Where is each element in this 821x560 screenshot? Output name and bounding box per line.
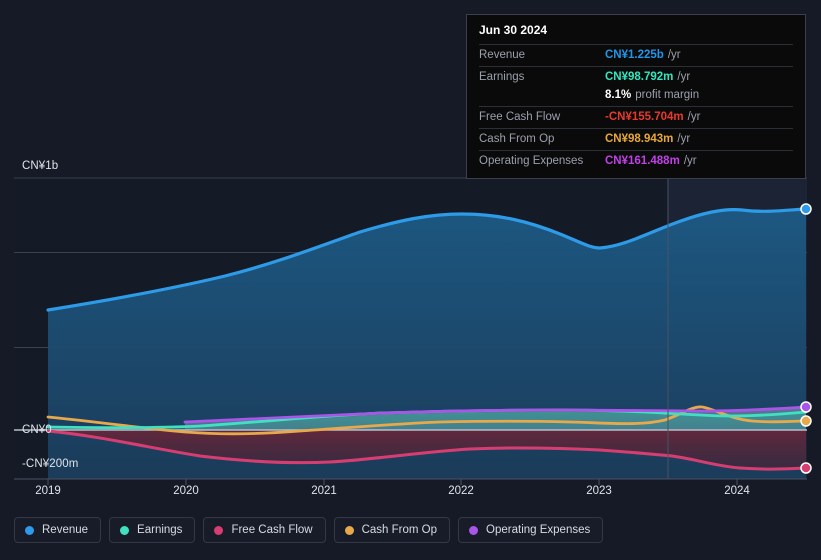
tooltip-label-revenue: Revenue bbox=[479, 49, 526, 61]
x-axis-tick-2022: 2022 bbox=[448, 485, 474, 497]
x-axis-tick-2020: 2020 bbox=[173, 485, 199, 497]
tooltip-value-revenue: CN¥1.225b bbox=[605, 49, 664, 61]
tooltip-label-cash-from-op: Cash From Op bbox=[479, 133, 555, 145]
tooltip-row-earnings: Earnings CN¥98.792m /yr bbox=[479, 66, 793, 88]
legend-dot-free-cash-flow-icon bbox=[214, 525, 224, 535]
tooltip-row-free-cash-flow: Free Cash Flow -CN¥155.704m /yr bbox=[479, 106, 793, 128]
tooltip-label-earnings: Earnings bbox=[479, 71, 525, 83]
tooltip-unit-earnings: /yr bbox=[677, 71, 691, 83]
tooltip-label-operating-expenses: Operating Expenses bbox=[479, 155, 584, 167]
y-axis-label-zero: CN¥0 bbox=[22, 424, 52, 436]
legend-dot-earnings-icon bbox=[120, 525, 130, 535]
x-axis-tick-2023: 2023 bbox=[586, 485, 612, 497]
tooltip-unit-revenue: /yr bbox=[667, 49, 681, 61]
legend-item-operating-expenses[interactable]: Operating Expenses bbox=[458, 517, 604, 543]
tooltip-unit-free-cash-flow: /yr bbox=[687, 111, 701, 123]
y-axis-label-negative: -CN¥200m bbox=[22, 458, 79, 470]
tooltip-row-revenue: Revenue CN¥1.225b /yr bbox=[479, 44, 793, 66]
tooltip-unit-operating-expenses: /yr bbox=[683, 155, 697, 167]
legend-dot-revenue-icon bbox=[25, 525, 34, 535]
legend-item-earnings[interactable]: Earnings bbox=[109, 517, 196, 543]
chart-legend: Revenue Earnings Free Cash Flow Cash Fro… bbox=[14, 517, 604, 543]
tooltip-unit-cash-from-op: /yr bbox=[677, 133, 691, 145]
tooltip-value-profit-margin: 8.1% bbox=[605, 89, 632, 101]
tooltip-value-operating-expenses: CN¥161.488m bbox=[605, 155, 680, 167]
legend-label-revenue: Revenue bbox=[42, 524, 89, 536]
revenue-endpoint-marker bbox=[800, 203, 812, 215]
tooltip-row-operating-expenses: Operating Expenses CN¥161.488m /yr bbox=[479, 150, 793, 172]
tooltip-value-earnings: CN¥98.792m bbox=[605, 71, 674, 83]
x-axis-tick-2024: 2024 bbox=[724, 485, 750, 497]
tooltip-value-free-cash-flow: -CN¥155.704m bbox=[605, 111, 684, 123]
legend-label-cash-from-op: Cash From Op bbox=[361, 524, 438, 536]
legend-label-free-cash-flow: Free Cash Flow bbox=[231, 524, 313, 536]
financial-chart-page: CN¥1b CN¥0 -CN¥200m 2019 2020 2021 2022 … bbox=[0, 0, 821, 560]
legend-item-revenue[interactable]: Revenue bbox=[14, 517, 102, 543]
legend-dot-cash-from-op-icon bbox=[344, 525, 354, 535]
legend-item-free-cash-flow[interactable]: Free Cash Flow bbox=[203, 517, 326, 543]
cash-from-op-endpoint-marker bbox=[800, 415, 812, 427]
tooltip-unit-profit-margin: profit margin bbox=[635, 89, 700, 101]
legend-dot-operating-expenses-icon bbox=[469, 525, 479, 535]
tooltip-value-cash-from-op: CN¥98.943m bbox=[605, 133, 674, 145]
legend-item-cash-from-op[interactable]: Cash From Op bbox=[333, 517, 451, 543]
tooltip-title: Jun 30 2024 bbox=[479, 23, 548, 37]
y-axis-label-top: CN¥1b bbox=[22, 160, 59, 172]
x-axis-tick-2021: 2021 bbox=[311, 485, 337, 497]
legend-label-earnings: Earnings bbox=[137, 524, 183, 536]
tooltip-row-cash-from-op: Cash From Op CN¥98.943m /yr bbox=[479, 128, 793, 150]
fcf-endpoint-marker bbox=[800, 462, 812, 474]
tooltip-label-free-cash-flow: Free Cash Flow bbox=[479, 111, 561, 123]
opex-endpoint-marker bbox=[800, 401, 812, 413]
legend-label-operating-expenses: Operating Expenses bbox=[486, 524, 591, 536]
tooltip-row-profit-margin: 8.1% profit margin bbox=[479, 88, 793, 106]
data-tooltip: Jun 30 2024 Revenue CN¥1.225b /yr Earnin… bbox=[466, 14, 806, 179]
x-tick-marks bbox=[47, 479, 738, 485]
x-axis-tick-2019: 2019 bbox=[35, 485, 61, 497]
